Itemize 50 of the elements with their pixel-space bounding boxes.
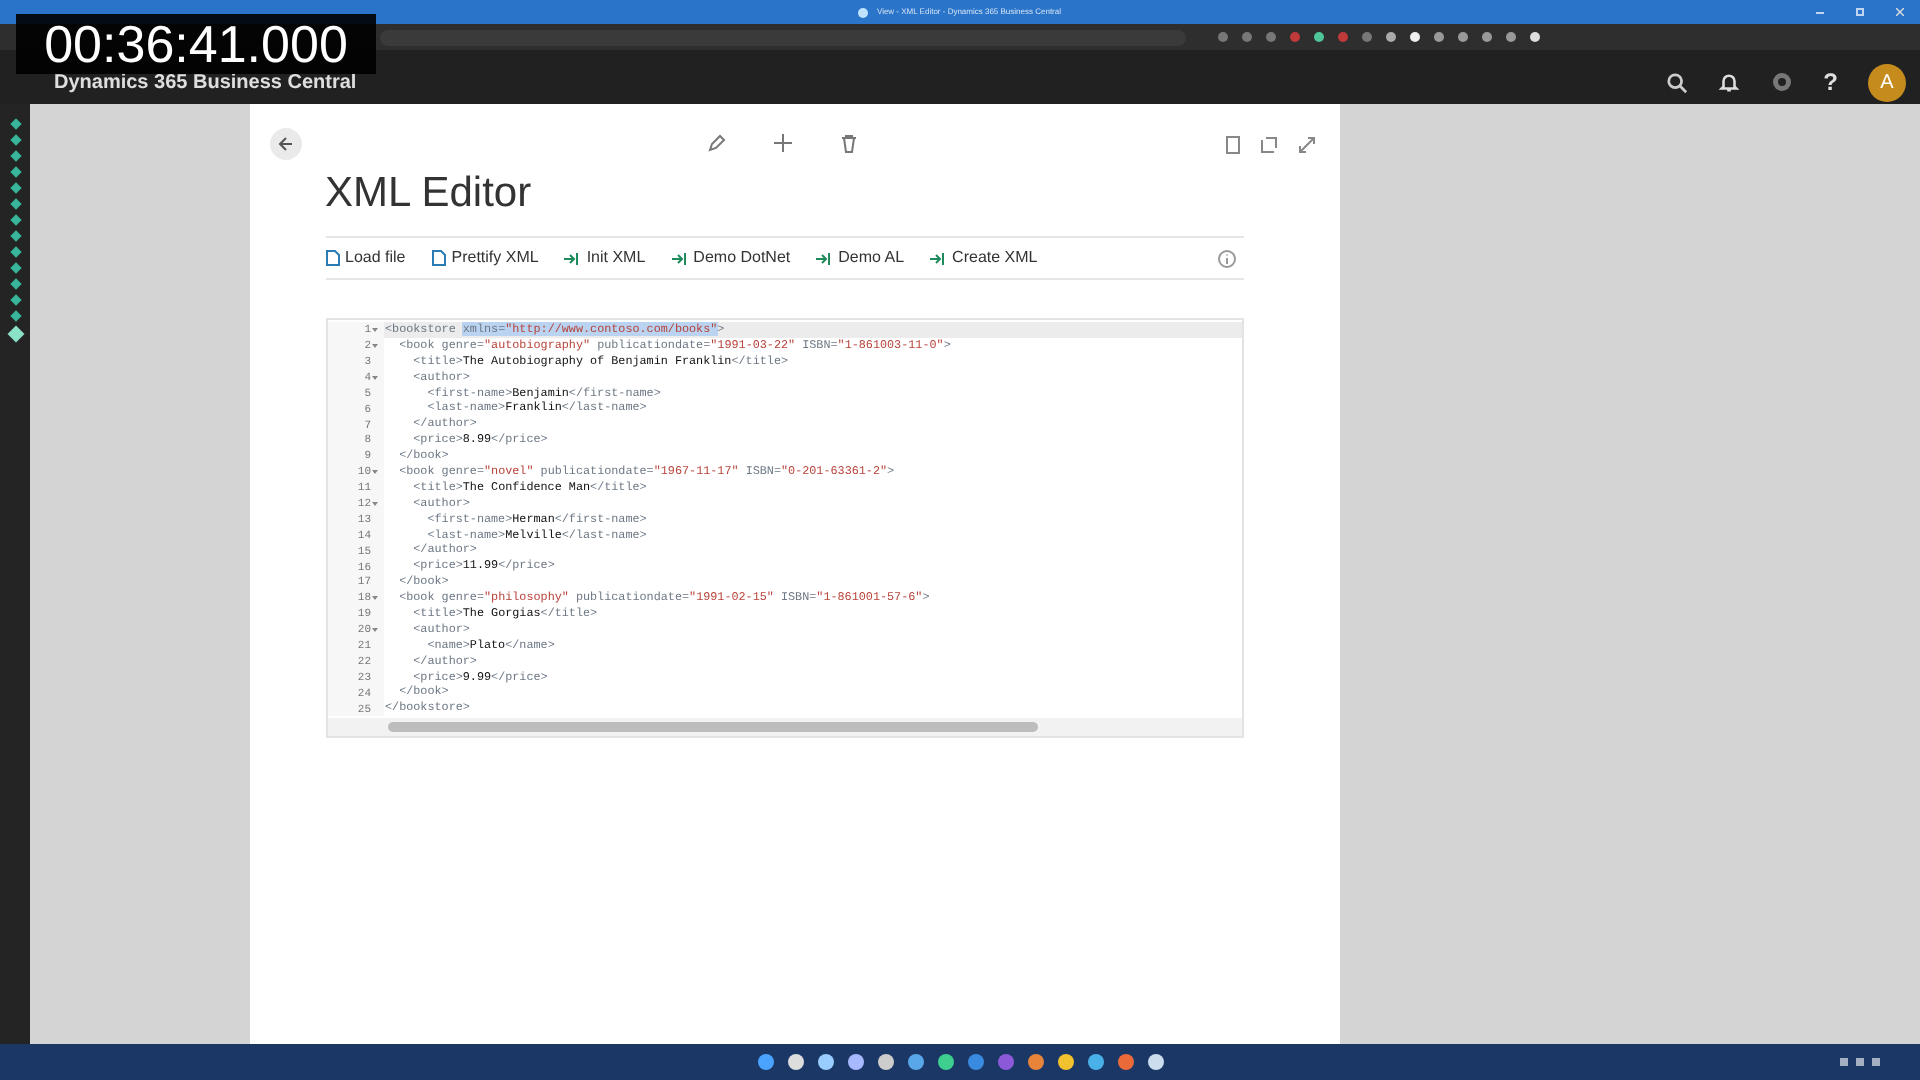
action-button[interactable]: Prettify XML: [431, 246, 539, 270]
extension-icon[interactable]: [1410, 32, 1420, 42]
bookmark-icon[interactable]: [1225, 135, 1239, 153]
fold-caret-icon[interactable]: [372, 327, 378, 332]
extension-icon[interactable]: [1458, 32, 1468, 42]
horizontal-scrollbar[interactable]: [327, 718, 1241, 737]
action-button[interactable]: Demo DotNet: [671, 246, 791, 270]
expand-icon[interactable]: [1297, 135, 1315, 153]
extension-icon[interactable]: [1386, 32, 1396, 42]
help-button[interactable]: ?: [1823, 64, 1838, 100]
search-icon[interactable]: [1665, 71, 1688, 93]
extension-icon[interactable]: [1482, 32, 1492, 42]
arrow-into-icon: [816, 251, 833, 265]
info-icon[interactable]: [1217, 249, 1235, 267]
popout-icon[interactable]: [1259, 135, 1277, 153]
edit-icon[interactable]: [708, 134, 726, 152]
fold-caret-icon[interactable]: [372, 501, 378, 506]
minimize-icon[interactable]: [1816, 11, 1824, 13]
close-icon[interactable]: [1896, 8, 1904, 16]
action-button[interactable]: Load file: [325, 246, 406, 270]
fold-caret-icon[interactable]: [372, 469, 378, 474]
back-button[interactable]: [269, 128, 301, 160]
settings-icon[interactable]: [1769, 70, 1794, 94]
arrow-into-icon: [671, 251, 688, 265]
arrow-into-icon: [564, 251, 581, 265]
action-button[interactable]: Init XML: [564, 246, 646, 270]
action-button[interactable]: Demo AL: [816, 246, 905, 270]
extension-icon[interactable]: [1314, 32, 1324, 42]
action-button[interactable]: Create XML: [930, 246, 1038, 270]
app-icon: [858, 7, 869, 17]
document-icon: [431, 250, 446, 266]
fold-caret-icon[interactable]: [372, 627, 378, 632]
document-icon: [325, 250, 339, 266]
code-editor[interactable]: [325, 318, 1243, 739]
delete-icon[interactable]: [840, 134, 858, 154]
extension-icon[interactable]: [1506, 32, 1516, 42]
fold-caret-icon[interactable]: [372, 596, 378, 601]
scrollbar-thumb[interactable]: [387, 722, 1037, 733]
bell-icon[interactable]: [1717, 71, 1740, 93]
extension-icon[interactable]: [1530, 32, 1540, 42]
maximize-icon[interactable]: [1856, 8, 1864, 16]
app-title: Dynamics 365 Business Central: [54, 69, 357, 97]
add-icon[interactable]: [774, 134, 792, 152]
back-arrow-icon: [277, 136, 293, 152]
arrow-into-icon: [930, 251, 947, 265]
extension-icon[interactable]: [1434, 32, 1444, 42]
fold-caret-icon[interactable]: [372, 343, 378, 348]
page-title: XML Editor: [325, 168, 534, 220]
video-timestamp: 00:36:41.000: [16, 14, 376, 74]
fold-caret-icon[interactable]: [372, 375, 378, 380]
